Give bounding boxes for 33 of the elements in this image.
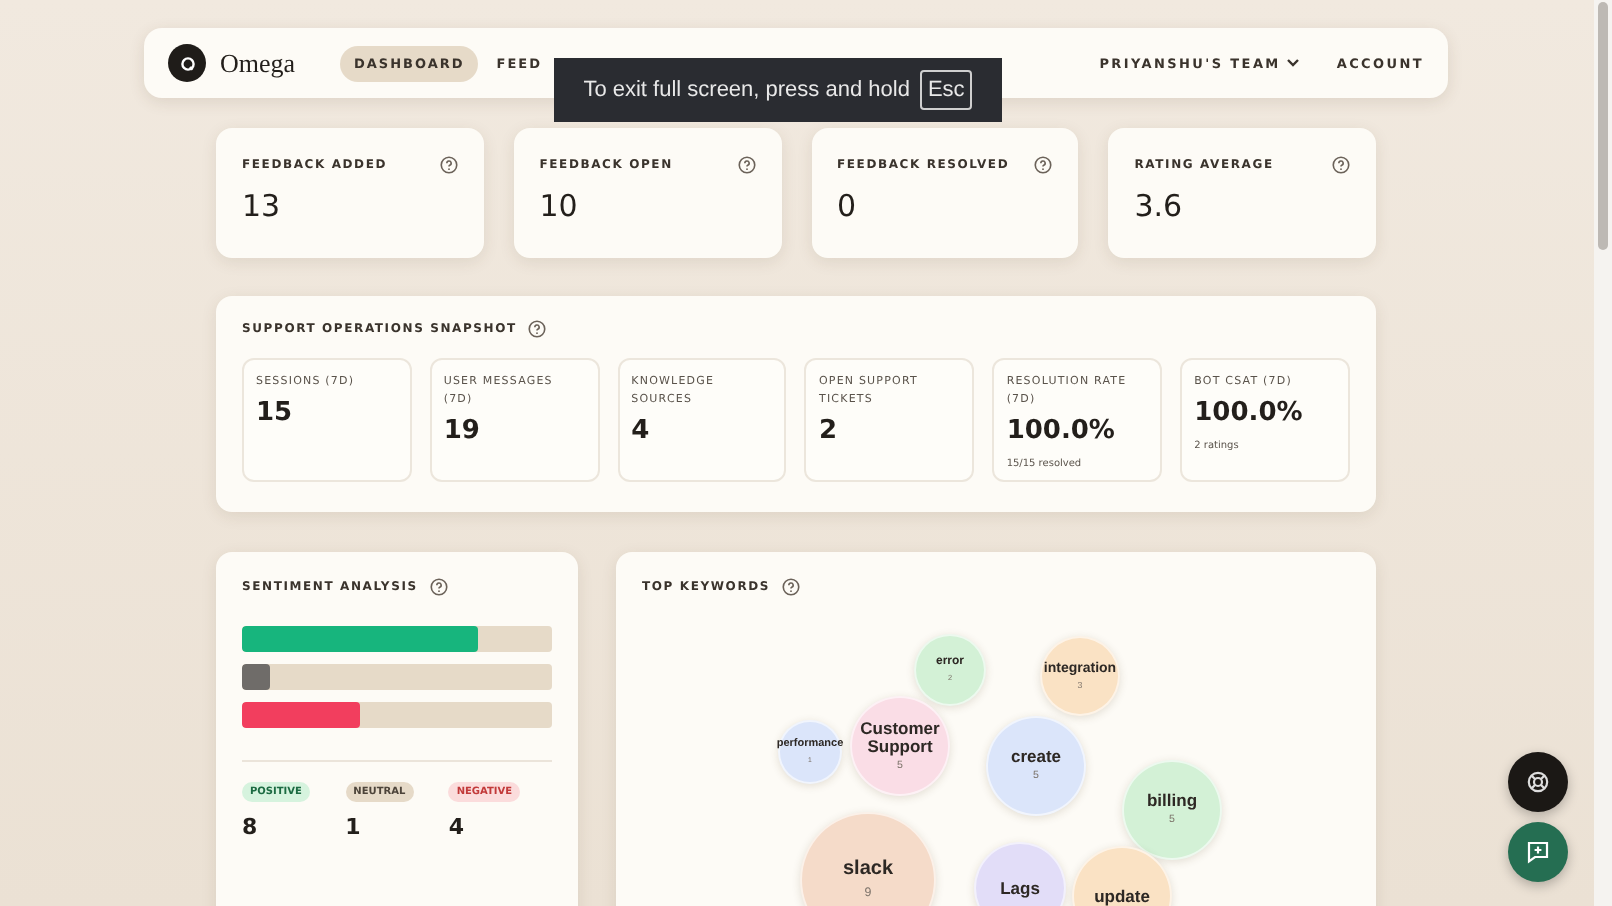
chat-button[interactable] <box>1508 822 1568 882</box>
stat-value: 10 <box>539 188 580 224</box>
logo-icon <box>168 44 206 82</box>
keyword-bubble[interactable]: Lags <box>974 842 1066 906</box>
stat-value: 0 <box>837 188 859 224</box>
help-button[interactable] <box>1508 752 1568 812</box>
scrollbar-thumb[interactable] <box>1598 2 1608 250</box>
lifebuoy-icon <box>1526 770 1550 794</box>
help-icon[interactable] <box>429 578 448 596</box>
help-icon[interactable] <box>1034 156 1053 174</box>
metric-value: 100.0% <box>1194 398 1305 428</box>
logo-text: Omega <box>220 47 296 79</box>
help-icon[interactable] <box>737 156 755 174</box>
sentiment-count: 1 <box>345 814 363 840</box>
help-icon[interactable] <box>782 578 801 596</box>
sentiment-count: 8 <box>242 814 260 840</box>
help-icon[interactable] <box>439 156 458 174</box>
stat-value: 3.6 <box>1134 188 1185 224</box>
sentiment-count: 4 <box>448 814 466 840</box>
notice-text: To exit full screen, press and hold <box>583 78 910 102</box>
metric-value: 15 <box>256 398 295 428</box>
scrollbar[interactable] <box>1594 0 1612 906</box>
stat-value: 13 <box>242 188 283 224</box>
metric-value: 2 <box>818 416 840 446</box>
metric-value: 4 <box>631 416 652 446</box>
metric-value: 100.0% <box>1006 416 1117 446</box>
chat-icon <box>1526 840 1550 864</box>
help-icon[interactable] <box>528 320 547 338</box>
chevron-down-icon <box>1286 58 1301 68</box>
help-icon[interactable] <box>1332 156 1350 174</box>
esc-key: Esc <box>919 70 973 110</box>
metric-value: 19 <box>443 416 482 446</box>
keyword-bubble[interactable]: update <box>1072 846 1172 906</box>
